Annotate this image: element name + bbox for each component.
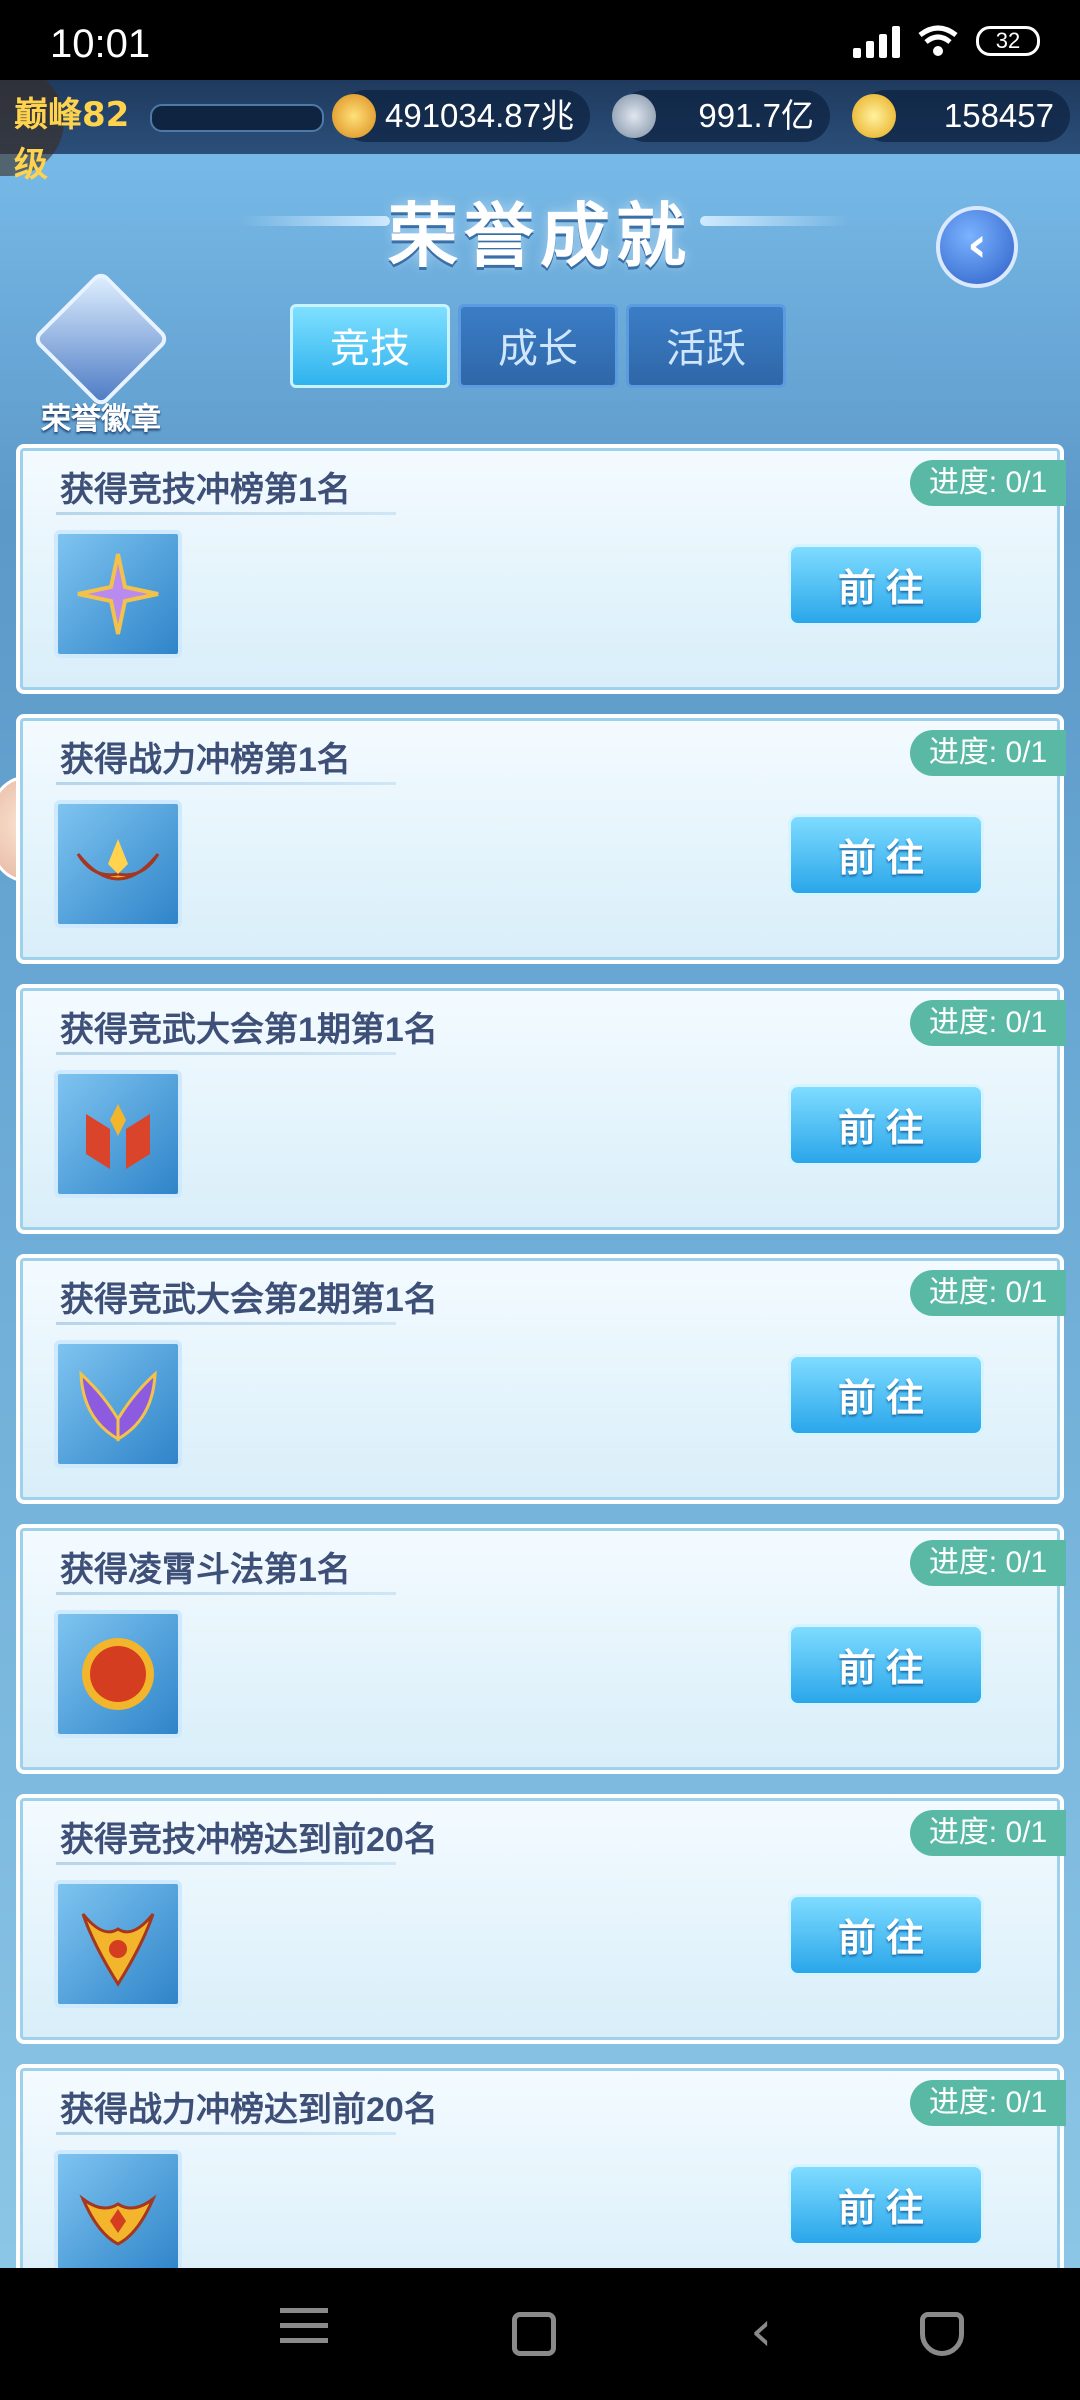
honor-badge-button[interactable]: 荣誉徽章 xyxy=(31,269,171,438)
achievement-card: 获得战力冲榜第1名 进度: 0/1 前往 xyxy=(16,714,1066,964)
divider xyxy=(56,1592,396,1595)
progress-badge: 进度: 0/1 xyxy=(910,460,1066,506)
red-banner-icon xyxy=(54,1070,182,1198)
achievement-card: 获得竞武大会第2期第1名 进度: 0/1 前往 xyxy=(16,1254,1066,1504)
achievement-name: 获得竞技冲榜第1名 xyxy=(60,471,351,509)
go-button[interactable]: 前往 xyxy=(788,2164,984,2246)
resource-bar: 巅峰82级 491034.87兆 991.7亿 158457 xyxy=(0,80,1080,185)
game-screen: 巅峰82级 491034.87兆 991.7亿 158457 荣誉成就 ‹ 荣誉… xyxy=(0,80,1080,2268)
signal-icon xyxy=(853,24,900,58)
back-button[interactable]: ‹ xyxy=(936,206,1018,288)
achievement-card: 获得凌霄斗法第1名 进度: 0/1 前往 xyxy=(16,1524,1066,1774)
silver-currency[interactable]: 991.7亿 xyxy=(612,90,830,142)
combat-power-icon xyxy=(332,94,376,138)
progress-badge: 进度: 0/1 xyxy=(910,730,1066,776)
gold-horn-crest-icon xyxy=(54,1880,182,2008)
tab-growth[interactable]: 成长 xyxy=(458,304,618,388)
divider xyxy=(56,1052,396,1055)
progress-badge: 进度: 0/1 xyxy=(910,1270,1066,1316)
status-bar: 10:01 32 xyxy=(0,0,1080,80)
chevron-left-icon: ‹ xyxy=(967,217,987,273)
gold-ingot-icon xyxy=(852,94,896,138)
achievement-list: 获得竞技冲榜第1名 进度: 0/1 前往 获得战力冲榜第1名 进度: 0/1 前… xyxy=(16,444,1066,2268)
combat-power-value: 491034.87兆 xyxy=(385,97,574,134)
go-button[interactable]: 前往 xyxy=(788,1624,984,1706)
achievement-name: 获得战力冲榜第1名 xyxy=(60,741,351,779)
purple-wings-icon xyxy=(54,1340,182,1468)
go-button[interactable]: 前往 xyxy=(788,1084,984,1166)
battery-icon: 32 xyxy=(976,26,1040,56)
back-nav-icon[interactable]: ‹ xyxy=(750,2304,798,2360)
tab-active[interactable]: 活跃 xyxy=(626,304,786,388)
combat-power: 491034.87兆 xyxy=(332,90,590,142)
go-button[interactable]: 前往 xyxy=(788,1894,984,1976)
go-button[interactable]: 前往 xyxy=(788,814,984,896)
achievement-name: 获得凌霄斗法第1名 xyxy=(60,1551,351,1589)
achievement-card: 获得战力冲榜达到前20名 进度: 0/1 前往 xyxy=(16,2064,1066,2268)
gold-flame-crest-icon xyxy=(54,2150,182,2268)
achievement-name: 获得竞技冲榜达到前20名 xyxy=(60,1821,438,1859)
silver-value: 991.7亿 xyxy=(698,97,814,134)
divider xyxy=(56,782,396,785)
gold-currency[interactable]: 158457 xyxy=(852,90,1070,142)
progress-badge: 进度: 0/1 xyxy=(910,1540,1066,1586)
achievement-card: 获得竞技冲榜第1名 进度: 0/1 前往 xyxy=(16,444,1066,694)
system-nav-bar: ‹ xyxy=(0,2268,1080,2400)
badge-icon xyxy=(31,269,171,409)
divider xyxy=(56,2132,396,2135)
gold-crown-icon xyxy=(54,800,182,928)
assistant-icon[interactable] xyxy=(920,2312,964,2356)
achievement-card: 获得竞武大会第1期第1名 进度: 0/1 前往 xyxy=(16,984,1066,1234)
go-button[interactable]: 前往 xyxy=(788,544,984,626)
progress-badge: 进度: 0/1 xyxy=(910,1000,1066,1046)
gold-value: 158457 xyxy=(943,97,1054,134)
home-icon[interactable] xyxy=(512,2312,556,2356)
silver-coin-icon xyxy=(612,94,656,138)
divider xyxy=(56,1862,396,1865)
progress-badge: 进度: 0/1 xyxy=(910,1810,1066,1856)
tab-arena[interactable]: 竞技 xyxy=(290,304,450,388)
clock: 10:01 xyxy=(50,22,151,66)
menu-icon[interactable] xyxy=(280,2308,328,2356)
purple-star-sword-icon xyxy=(54,530,182,658)
achievement-card: 获得竞技冲榜达到前20名 进度: 0/1 前往 xyxy=(16,1794,1066,2044)
achievement-name: 获得竞武大会第1期第1名 xyxy=(60,1011,438,1049)
red-medallion-icon xyxy=(54,1610,182,1738)
status-icons: 32 xyxy=(853,24,1040,58)
go-button[interactable]: 前往 xyxy=(788,1354,984,1436)
player-level: 巅峰82级 xyxy=(14,95,130,185)
page-title: 荣誉成就 xyxy=(388,195,692,277)
progress-badge: 进度: 0/1 xyxy=(910,2080,1066,2126)
wifi-icon xyxy=(918,25,958,56)
achievement-name: 获得战力冲榜达到前20名 xyxy=(60,2091,438,2129)
experience-bar xyxy=(150,104,324,132)
divider xyxy=(56,1322,396,1325)
divider xyxy=(56,512,396,515)
achievement-name: 获得竞武大会第2期第1名 xyxy=(60,1281,438,1319)
tab-bar: 竞技 成长 活跃 xyxy=(290,304,786,388)
